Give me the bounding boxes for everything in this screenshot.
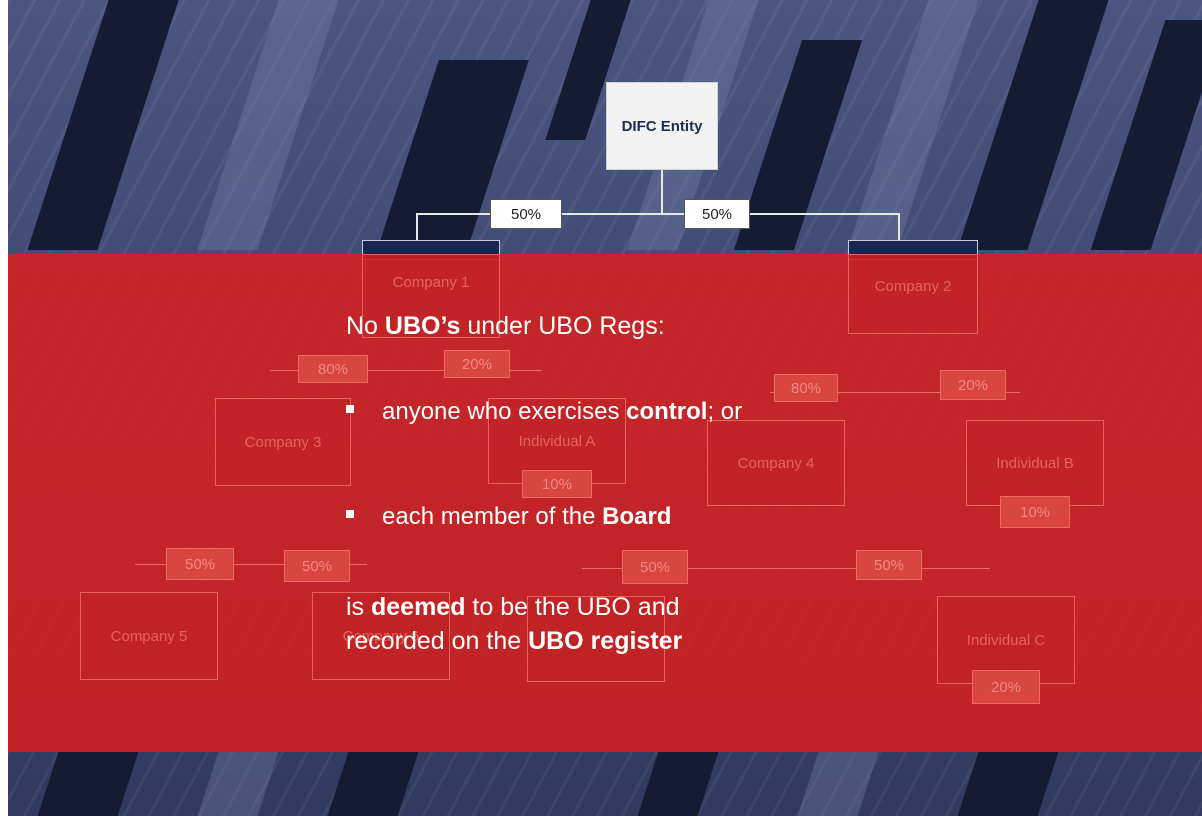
heading-text: under UBO Regs: [460,312,665,340]
company-1-label: Company 1 [392,273,470,291]
pct-value: 50% [701,205,733,223]
bullet-square-icon [346,509,354,518]
heading-text: No [346,312,385,340]
difc-entity-box: DIFC Entity [606,82,718,170]
conclusion-text-part: recorded on the [346,627,529,655]
company-4-box: Company 4 [707,420,845,506]
bullet-bold: Board [602,503,672,530]
pct-c2-left: 80% [774,374,838,402]
conclusion-text-part: is [346,593,371,621]
pct-c4-left: 50% [622,550,688,584]
pct-c1-left: 80% [298,355,368,383]
pct-c3-right: 50% [284,550,350,582]
pct-individual-c: 20% [972,670,1040,704]
conclusion-text-part: to be the UBO and [465,593,680,621]
bullet-bold: control [626,398,708,425]
pct-value: 20% [461,355,493,373]
pct-value: 50% [301,557,333,575]
conclusion-text: is deemed to be the UBO and recorded on … [346,590,682,658]
company-2-box: Company 2 [848,254,978,334]
pct-value: 20% [957,376,989,394]
bullet-text: each member of the [382,503,603,530]
pct-individual-b: 10% [1000,496,1070,528]
conclusion-line-1: is deemed to be the UBO and [346,590,682,624]
heading-bold: UBO’s [384,312,461,340]
company-5-box: Company 5 [80,592,218,680]
pct-value: 10% [1019,503,1051,521]
pct-value: 80% [317,360,349,378]
pct-value: 20% [990,678,1022,696]
left-margin-strip [0,0,8,816]
connector-line [416,213,418,241]
slide: DIFC Entity 50% 50% Company 1 Company 2 … [0,0,1202,816]
connector-line [661,170,663,214]
connector-line [416,213,900,215]
individual-b-label: Individual B [996,454,1074,472]
pct-label-left: 50% [490,199,562,229]
pct-individual-a: 10% [522,470,592,498]
pct-value: 50% [510,205,542,223]
company-3-label: Company 3 [244,433,322,451]
company-4-label: Company 4 [737,454,815,472]
company-3-box: Company 3 [215,398,351,486]
overlay-heading: No UBO’s under UBO Regs: [346,312,665,341]
bullet-square-icon [346,404,354,413]
difc-entity-label: DIFC Entity [621,117,703,135]
conclusion-bold: deemed [371,593,466,621]
pct-c1-right: 20% [444,350,510,378]
pct-value: 50% [873,556,905,574]
pct-c3-left: 50% [166,548,234,580]
pct-value: 10% [541,475,573,493]
pct-label-right: 50% [684,199,750,229]
pct-c4-right: 50% [856,550,922,580]
conclusion-bold: UBO register [528,627,683,655]
company-5-label: Company 5 [110,627,188,645]
pct-value: 50% [184,555,216,573]
pct-value: 80% [790,379,822,397]
pct-c2-right: 20% [940,370,1006,400]
company-2-label: Company 2 [874,277,952,295]
bullet-board: each member of the Board [346,503,671,531]
individual-b-box: Individual B [966,420,1104,506]
bullet-text: anyone who exercises [382,398,627,425]
bullet-text: ; or [707,398,743,425]
bullet-control: anyone who exercises control; or [346,398,742,426]
individual-c-label: Individual C [966,631,1046,649]
pct-value: 50% [639,558,671,576]
individual-a-label: Individual A [518,432,596,450]
connector-line [898,213,900,241]
conclusion-line-2: recorded on the UBO register [346,624,682,658]
